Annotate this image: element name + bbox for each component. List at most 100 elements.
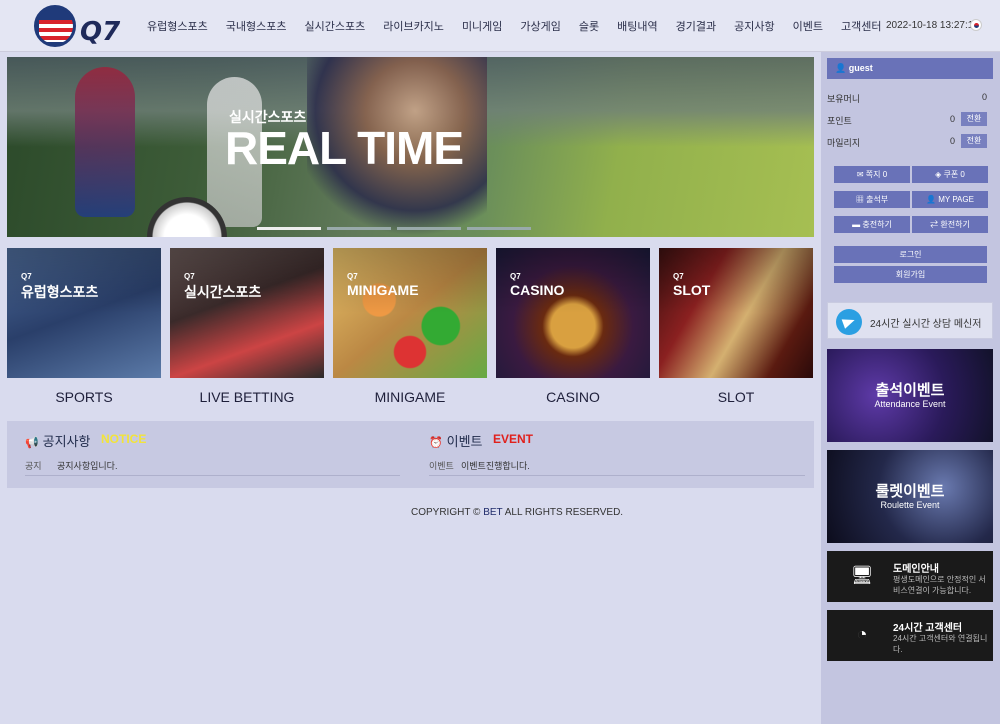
event-row-text: 이벤트진행합니다.	[461, 461, 530, 471]
attendance-event-banner[interactable]: 출석이벤트 Attendance Event	[827, 349, 993, 442]
game-tile-european-sports[interactable]: Q7 유럽형스포츠	[7, 248, 161, 378]
hero-slider-indicators	[257, 227, 531, 230]
game-tile-slot[interactable]: Q7 SLOT	[659, 248, 813, 378]
telegram-support[interactable]: 24시간 실시간 상담 메신저	[827, 302, 993, 339]
calendar-icon: ▦	[855, 195, 864, 204]
slider-dot[interactable]	[397, 227, 461, 230]
button-label: 쪽지 0	[865, 170, 888, 179]
tile-mark: Q7	[21, 272, 32, 281]
category-labels: SPORTS LIVE BETTING MINIGAME CASINO SLOT	[7, 389, 814, 409]
megaphone-icon: 📢	[25, 437, 39, 449]
notice-row-text: 공지사항입니다.	[57, 461, 118, 471]
info-desc: 24시간 고객센터와 연결됩니다.	[893, 634, 988, 654]
nav-live-casino[interactable]: 라이브카지노	[374, 18, 453, 34]
signup-button[interactable]: 회원가입	[834, 266, 987, 283]
logo-text: Q7	[80, 17, 121, 47]
nav-notice[interactable]: 공지사항	[725, 18, 783, 34]
button-label: 출석부	[866, 195, 889, 204]
banner-subtitle: Attendance Event	[874, 399, 946, 409]
game-tile-casino[interactable]: Q7 CASINO	[496, 248, 650, 378]
copyright: COPYRIGHT © BET ALL RIGHTS RESERVED.	[411, 507, 623, 518]
hero-banner[interactable]: 실시간스포츠 REAL TIME	[7, 57, 814, 237]
us-flag-icon	[34, 5, 76, 47]
coupon-button[interactable]: ◈ 쿠폰 0	[912, 166, 988, 183]
hero-player-left	[75, 67, 135, 217]
info-title: 도메인안내	[893, 564, 939, 575]
nav-minigame[interactable]: 미니게임	[453, 18, 511, 34]
category-casino[interactable]: CASINO	[496, 389, 650, 405]
alarm-clock-icon: ⏰	[429, 437, 443, 449]
login-button[interactable]: 로그인	[834, 246, 987, 263]
tile-label: CASINO	[510, 282, 565, 298]
event-heading[interactable]: ⏰ 이벤트	[429, 431, 483, 450]
nav-european-sports[interactable]: 유럽형스포츠	[138, 18, 217, 34]
telegram-label: 24시간 실시간 상담 메신저	[870, 319, 982, 330]
main-nav: 유럽형스포츠 국내형스포츠 실시간스포츠 라이브카지노 미니게임 가상게임 슬롯…	[138, 0, 890, 52]
right-sidebar: 👤 guest 보유머니 0 포인트 0 전환 마일리지 0 전환 ✉ 쪽지 0 ◈ 쿠폰…	[821, 52, 1000, 724]
deposit-button[interactable]: ▬ 충전하기	[834, 216, 910, 233]
nav-bet-history[interactable]: 배팅내역	[608, 18, 666, 34]
button-label: 쿠폰 0	[943, 170, 965, 179]
domain-info-box[interactable]: 🖥 도메인안내 평생도메인으로 안정적인 서비스연결이 가능합니다.	[827, 551, 993, 602]
tile-mark: Q7	[347, 272, 358, 281]
game-tile-live-sports[interactable]: Q7 실시간스포츠	[170, 248, 324, 378]
banner-title: 룰렛이벤트	[875, 483, 945, 500]
mypage-button[interactable]: 👤 MY PAGE	[912, 191, 988, 208]
slider-dot[interactable]	[327, 227, 391, 230]
nav-results[interactable]: 경기결과	[667, 18, 725, 34]
withdraw-button[interactable]: ⇄ 환전하기	[912, 216, 988, 233]
tile-mark: Q7	[673, 272, 684, 281]
nav-slot[interactable]: 슬롯	[570, 18, 608, 34]
tile-mark: Q7	[184, 272, 195, 281]
notice-tag: NOTICE	[101, 432, 147, 446]
event-title: 이벤트	[446, 434, 483, 449]
category-slot[interactable]: SLOT	[659, 389, 813, 405]
korean-flag-icon[interactable]	[970, 19, 982, 31]
tile-mark: Q7	[510, 272, 521, 281]
event-divider	[429, 475, 805, 476]
roulette-event-banner[interactable]: 룰렛이벤트 Roulette Event	[827, 450, 993, 543]
stat-label: 마일리지	[827, 138, 861, 148]
customer-center-box[interactable]: ◔ 24시간 고객센터 24시간 고객센터와 연결됩니다.	[827, 610, 993, 661]
notice-row[interactable]: 공지 공지사항입니다.	[25, 459, 117, 472]
category-live-betting[interactable]: LIVE BETTING	[170, 389, 324, 405]
notice-divider	[25, 475, 400, 476]
stat-mileage: 마일리지 0 전환	[827, 134, 987, 150]
slider-dot[interactable]	[257, 227, 321, 230]
game-tile-minigame[interactable]: Q7 MINIGAME	[333, 248, 487, 378]
message-button[interactable]: ✉ 쪽지 0	[834, 166, 910, 183]
info-title: 24시간 고객센터	[893, 623, 963, 634]
coupon-icon: ◈	[935, 170, 942, 179]
stat-value: 0	[949, 114, 955, 124]
copyright-suffix: ALL RIGHTS RESERVED.	[502, 507, 624, 518]
mileage-convert-button[interactable]: 전환	[961, 134, 987, 148]
nav-customer-center[interactable]: 고객센터	[832, 18, 890, 34]
banner-title: 출석이벤트	[875, 382, 945, 399]
tile-label: SLOT	[673, 282, 711, 298]
notice-heading[interactable]: 📢 공지사항	[25, 431, 90, 450]
user-icon: 👤	[835, 63, 849, 73]
nav-event[interactable]: 이벤트	[784, 18, 832, 34]
hero-title: REAL TIME	[225, 122, 464, 174]
points-convert-button[interactable]: 전환	[961, 112, 987, 126]
notice-event-board: 📢 공지사항 NOTICE 공지 공지사항입니다. ⏰ 이벤트 EVENT 이벤트…	[7, 421, 814, 488]
notice-title: 공지사항	[42, 434, 91, 449]
event-row[interactable]: 이벤트 이벤트진행합니다.	[429, 459, 530, 472]
event-section: ⏰ 이벤트 EVENT 이벤트 이벤트진행합니다.	[411, 421, 814, 488]
attendance-button[interactable]: ▦ 출석부	[834, 191, 910, 208]
telegram-icon	[836, 309, 862, 335]
slider-dot[interactable]	[467, 227, 531, 230]
nav-live-sports[interactable]: 실시간스포츠	[295, 18, 374, 34]
stat-balance: 보유머니 0	[827, 92, 987, 106]
category-sports[interactable]: SPORTS	[7, 389, 161, 405]
notice-row-key: 공지	[25, 461, 42, 471]
stat-label: 보유머니	[827, 94, 861, 104]
category-minigame[interactable]: MINIGAME	[333, 389, 487, 405]
nav-virtual-game[interactable]: 가상게임	[511, 18, 569, 34]
nav-domestic-sports[interactable]: 국내형스포츠	[217, 18, 296, 34]
exchange-icon: ⇄	[930, 220, 939, 229]
tile-label: 유럽형스포츠	[21, 284, 99, 300]
card-icon: ▬	[852, 220, 861, 229]
event-tag: EVENT	[493, 432, 534, 446]
site-logo[interactable]: Q7	[34, 5, 124, 47]
